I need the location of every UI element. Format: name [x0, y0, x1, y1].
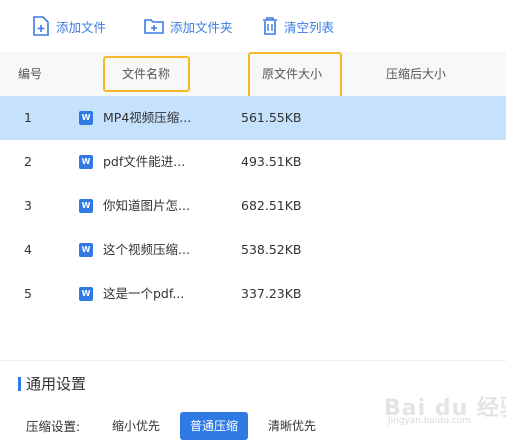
table-row[interactable]: 4 W 这个视频压缩... 538.52KB: [0, 228, 506, 272]
add-file-icon: [32, 16, 50, 36]
word-doc-icon: W: [79, 199, 93, 213]
row-index: 5: [24, 286, 32, 301]
add-file-label: 添加文件: [56, 19, 107, 35]
table-row[interactable]: 5 W 这是一个pdf... 337.23KB: [0, 272, 506, 316]
table-row[interactable]: 3 W 你知道图片怎... 682.51KB: [0, 184, 506, 228]
word-doc-icon: W: [79, 155, 93, 169]
file-name: 你知道图片怎...: [103, 198, 190, 213]
highlight-box-name-column: [103, 56, 190, 92]
original-size: 493.51KB: [241, 154, 302, 169]
section-divider: [0, 360, 506, 361]
original-size: 682.51KB: [241, 198, 302, 213]
add-folder-button[interactable]: 添加文件夹: [144, 14, 233, 38]
word-doc-icon: W: [79, 287, 93, 301]
option-smaller-first[interactable]: 缩小优先: [112, 412, 160, 440]
option-normal-compress[interactable]: 普通压缩: [180, 412, 248, 440]
row-index: 3: [24, 198, 32, 213]
original-size: 337.23KB: [241, 286, 302, 301]
clear-list-label: 清空列表: [284, 19, 335, 35]
table-row[interactable]: 1 W MP4视频压缩... 561.55KB: [0, 96, 506, 140]
option-clarity-first[interactable]: 清晰优先: [268, 412, 316, 440]
table-header: 编号 文件名称 原文件大小 压缩后大小: [0, 52, 506, 100]
original-size: 538.52KB: [241, 242, 302, 257]
file-name: MP4视频压缩...: [103, 110, 192, 125]
clear-list-button[interactable]: 清空列表: [262, 14, 334, 38]
toolbar: 添加文件 添加文件夹 清空列表: [0, 0, 506, 52]
file-name: pdf文件能进...: [103, 154, 186, 169]
trash-icon: [262, 17, 278, 35]
compress-setting-label: 压缩设置:: [26, 419, 81, 434]
settings-section-title: 通用设置: [26, 375, 87, 393]
add-file-button[interactable]: 添加文件: [32, 14, 106, 38]
word-doc-icon: W: [79, 243, 93, 257]
column-header-compressed-size: 压缩后大小: [386, 67, 447, 81]
column-header-index: 编号: [18, 67, 43, 81]
add-folder-icon: [144, 17, 164, 35]
add-folder-label: 添加文件夹: [170, 19, 233, 35]
row-index: 4: [24, 242, 32, 257]
row-index: 2: [24, 154, 32, 169]
row-index: 1: [24, 110, 32, 125]
table-row[interactable]: 2 W pdf文件能进... 493.51KB: [0, 140, 506, 184]
word-doc-icon: W: [79, 111, 93, 125]
highlight-box-size-column: [248, 52, 342, 100]
file-name: 这是一个pdf...: [103, 286, 185, 301]
baidu-watermark-url: jingyan.baidu.com: [388, 416, 472, 426]
original-size: 561.55KB: [241, 110, 302, 125]
file-name: 这个视频压缩...: [103, 242, 190, 257]
section-accent-bar: [18, 377, 21, 391]
